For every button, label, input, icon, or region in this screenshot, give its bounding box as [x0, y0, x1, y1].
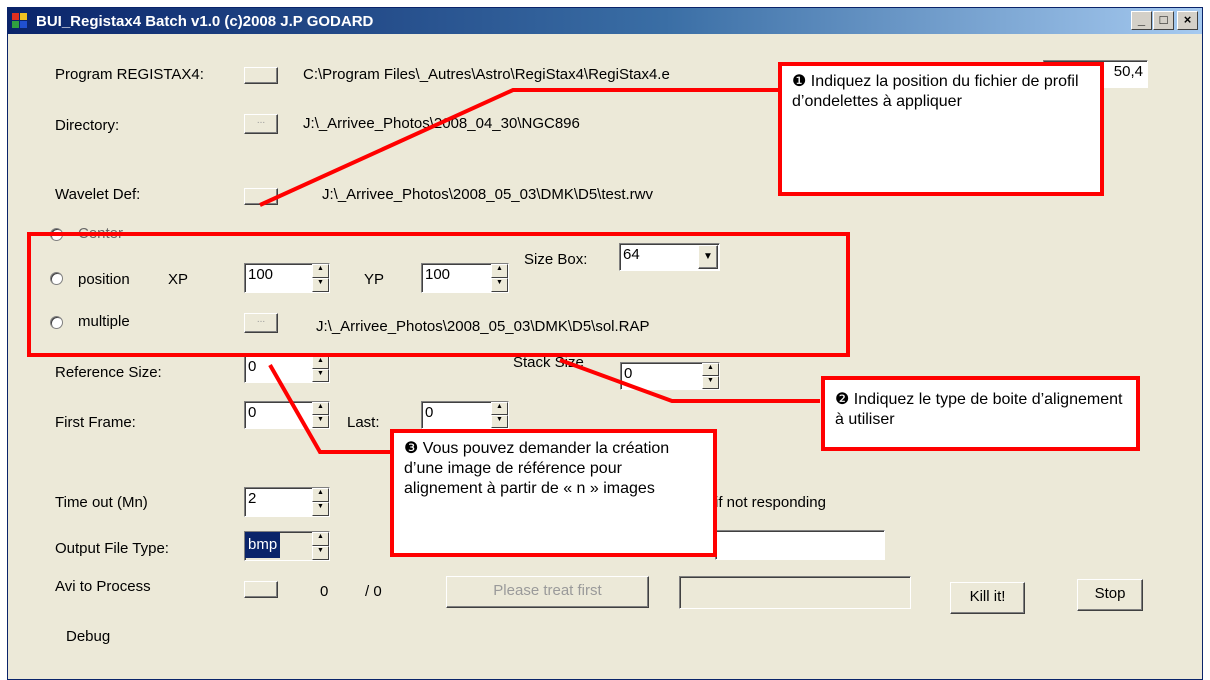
callout-wavelet: ❶ Indiquez la position du fichier de pro… — [778, 62, 1104, 196]
callout-1-text: Indiquez la position du fichier de profi… — [792, 73, 1079, 110]
callout-3-number: ❸ — [404, 440, 419, 457]
callout-3-text: Vous pouvez demander la création d’une i… — [404, 440, 670, 497]
callout-1-number: ❶ — [792, 73, 807, 90]
callout-alignment-box: ❷ Indiquez le type de boite d’alignement… — [821, 376, 1140, 451]
callout-2-text: Indiquez le type de boite d’alignement à… — [835, 391, 1123, 428]
callout-2-number: ❷ — [835, 391, 850, 408]
callout-reference-image: ❸ Vous pouvez demander la création d’une… — [390, 429, 717, 557]
